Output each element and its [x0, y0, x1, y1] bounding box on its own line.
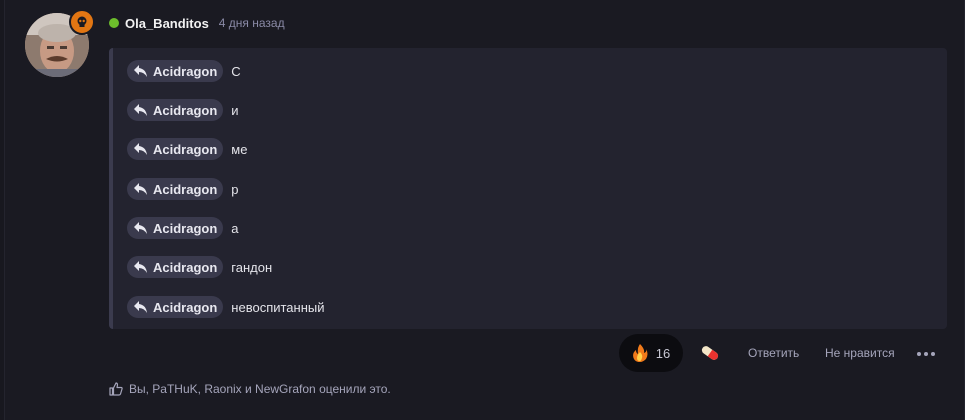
quote-text: а: [231, 220, 239, 236]
post-header: Ola_Banditos 4 дня назад: [109, 14, 285, 32]
post-actions: 16 Ответить Не нравится: [5, 334, 964, 374]
skull-icon: [77, 16, 87, 27]
mention-name: Acidragon: [153, 102, 218, 118]
more-dot: [931, 352, 935, 356]
quote-text: ме: [231, 141, 248, 157]
reply-arrow-icon: [134, 261, 147, 273]
quote-line: Acidragon и: [127, 99, 239, 121]
mention-name: Acidragon: [153, 63, 218, 79]
reply-button[interactable]: Ответить: [748, 346, 799, 360]
quote-text: С: [231, 63, 241, 79]
pill-icon: [701, 346, 719, 360]
quote-line: Acidragon гандон: [127, 256, 272, 278]
avatar-container[interactable]: [25, 9, 95, 77]
more-dot: [917, 352, 921, 356]
quote-text: невоспитанный: [231, 299, 325, 315]
mention-chip[interactable]: Acidragon: [127, 138, 224, 160]
mention-chip[interactable]: Acidragon: [127, 178, 224, 200]
reply-arrow-icon: [134, 222, 147, 234]
reply-arrow-icon: [134, 104, 147, 116]
mention-chip[interactable]: Acidragon: [127, 256, 224, 278]
thumbs-up-icon: [109, 382, 123, 396]
mention-chip[interactable]: Acidragon: [127, 60, 224, 82]
reaction-count: 16: [655, 345, 671, 361]
likes-summary: Вы, PaTHuK, Raonix и NewGrafon оценили э…: [109, 382, 391, 396]
mention-chip[interactable]: Acidragon: [127, 296, 224, 318]
mention-chip[interactable]: Acidragon: [127, 217, 224, 239]
post-content: Acidragon С Acidragon и Acidragon ме Aci…: [109, 48, 947, 329]
quote-line: Acidragon С: [127, 60, 241, 82]
mention-name: Acidragon: [153, 181, 218, 197]
quote-text: и: [231, 102, 239, 118]
mention-chip[interactable]: Acidragon: [127, 99, 224, 121]
post-timestamp[interactable]: 4 дня назад: [219, 16, 285, 30]
dislike-button[interactable]: Не нравится: [825, 346, 895, 360]
pill-reaction-button[interactable]: [699, 344, 721, 366]
reply-arrow-icon: [134, 65, 147, 77]
author-username[interactable]: Ola_Banditos: [125, 16, 209, 31]
more-dot: [924, 352, 928, 356]
post-card: Ola_Banditos 4 дня назад Acidragon С Aci…: [4, 0, 965, 420]
quote-text: р: [231, 181, 239, 197]
reply-arrow-icon: [134, 143, 147, 155]
quote-line: Acidragon р: [127, 178, 239, 200]
more-icon[interactable]: [917, 346, 935, 362]
reaction-button[interactable]: 16: [619, 334, 683, 372]
quote-line: Acidragon ме: [127, 138, 247, 160]
mention-name: Acidragon: [153, 141, 218, 157]
avatar-badge: [69, 9, 95, 35]
reply-arrow-icon: [134, 301, 147, 313]
quote-line: Acidragon а: [127, 217, 239, 239]
quote-text: гандон: [231, 259, 273, 275]
mention-name: Acidragon: [153, 299, 218, 315]
online-status-indicator: [109, 18, 119, 28]
mention-name: Acidragon: [153, 220, 218, 236]
reply-arrow-icon: [134, 183, 147, 195]
likes-text[interactable]: Вы, PaTHuK, Raonix и NewGrafon оценили э…: [129, 382, 391, 396]
fire-icon: [632, 344, 648, 362]
quote-line: Acidragon невоспитанный: [127, 296, 325, 318]
mention-name: Acidragon: [153, 259, 218, 275]
